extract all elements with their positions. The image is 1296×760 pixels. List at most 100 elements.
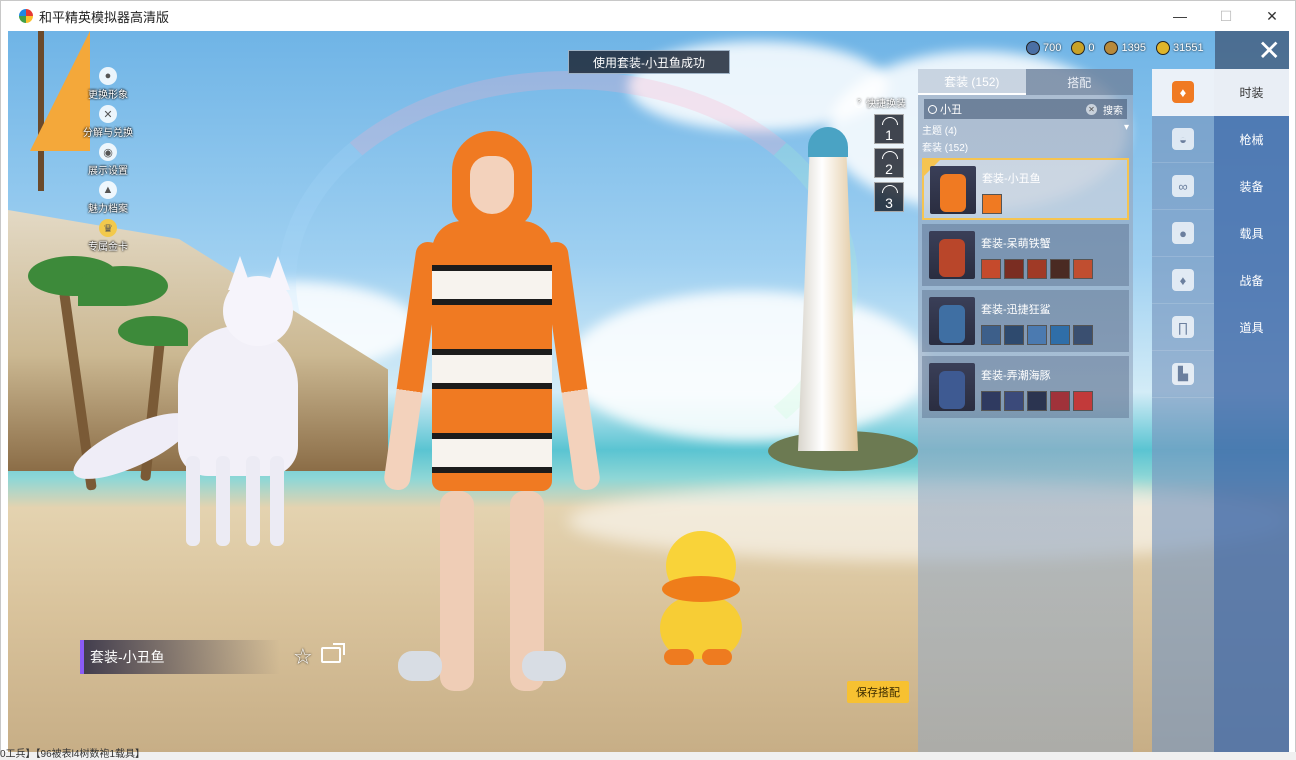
suit-part[interactable] [1050, 325, 1070, 345]
category-glasses[interactable]: ∞ [1152, 163, 1214, 210]
nav-battle-gear[interactable]: 战备 [1214, 257, 1289, 304]
suit-part[interactable] [1027, 259, 1047, 279]
tab-outfits[interactable]: 搭配 [1025, 69, 1133, 95]
suit-item[interactable]: 套装-迅捷狂鲨 [922, 290, 1129, 352]
suit-part[interactable] [1004, 325, 1024, 345]
category-top[interactable]: ♦ [1152, 257, 1214, 304]
help-icon[interactable]: ? [854, 97, 864, 108]
suit-part[interactable] [981, 259, 1001, 279]
close-wardrobe-button[interactable]: ✕ [1215, 31, 1289, 71]
suit-item[interactable]: 套装-小丑鱼 [922, 158, 1129, 220]
display-settings-button[interactable]: ◉ 展示设置 [68, 143, 148, 181]
menu-label: 专属金卡 [88, 242, 128, 253]
thumb-figure [939, 371, 965, 409]
duck-foot [664, 649, 694, 665]
suit-part[interactable] [981, 391, 1001, 411]
close-icon: ✕ [1257, 35, 1281, 66]
nav-equipment[interactable]: 装备 [1214, 163, 1289, 210]
minimize-button[interactable]: — [1157, 1, 1203, 31]
category-full-suit[interactable]: ♦ [1152, 69, 1214, 116]
suit-part[interactable] [981, 325, 1001, 345]
nav-guns[interactable]: 枪械 [1214, 116, 1289, 163]
game-viewport: 使用套装-小丑鱼成功 ● 更换形象 ✕ 分解与兑换 ◉ 展示设置 ▲ 魅力档案 … [8, 31, 1289, 753]
yellow-duck-pet[interactable] [656, 531, 746, 671]
left-function-menu: ● 更换形象 ✕ 分解与兑换 ◉ 展示设置 ▲ 魅力档案 ♛ 专属金卡 [68, 67, 148, 257]
favorite-star-icon[interactable]: ☆ [293, 644, 313, 670]
app-logo-icon [19, 9, 33, 23]
decompose-exchange-button[interactable]: ✕ 分解与兑换 [68, 105, 148, 143]
quick-swap-slot-3[interactable]: 3 [874, 182, 904, 212]
currency-item[interactable]: 31551 [1155, 41, 1204, 55]
suit-part[interactable] [1027, 391, 1047, 411]
charm-archive-button[interactable]: ▲ 魅力档案 [68, 181, 148, 219]
change-appearance-button[interactable]: ● 更换形象 [68, 67, 148, 105]
suit-part[interactable] [1004, 259, 1024, 279]
clownfish-dress [432, 221, 552, 491]
current-outfit-name: 套装-小丑鱼 [80, 640, 280, 674]
window-title: 和平精英模拟器高清版 [39, 9, 170, 25]
currency-item[interactable]: 1395 [1104, 41, 1146, 55]
category-hat[interactable]: ◒ [1152, 116, 1214, 163]
suit-part[interactable] [1004, 391, 1024, 411]
character-face [470, 156, 514, 214]
currency-value: 700 [1043, 42, 1062, 54]
search-button[interactable]: 搜索 [1103, 102, 1123, 117]
outfit-list-panel: 套装 (152) 搭配 小丑 ✕ 搜索 主题 (4) ▾ 套装 (152) 套装… [918, 69, 1133, 753]
tab-suits[interactable]: 套装 (152) [918, 69, 1026, 95]
suit-part[interactable] [1073, 391, 1093, 411]
search-bar: 小丑 ✕ 搜索 [924, 99, 1127, 119]
nav-vehicles[interactable]: 载具 [1214, 210, 1289, 257]
currency-item[interactable]: 0 [1071, 41, 1094, 55]
menu-label: 更换形象 [88, 90, 128, 101]
background-text: 0工兵】【96被表l4树数袍1载具】 [0, 749, 146, 760]
category-shoes[interactable]: ▙ [1152, 351, 1214, 398]
thumb-figure [939, 239, 965, 277]
suit-part[interactable] [1073, 325, 1093, 345]
suit-item[interactable]: 套装-弄潮海豚 [922, 356, 1129, 418]
nav-fashion[interactable]: 时装 [1214, 69, 1289, 116]
suit-item[interactable]: 套装-呆萌铁蟹 [922, 224, 1129, 286]
suit-part[interactable] [1050, 259, 1070, 279]
share-icon[interactable] [321, 643, 345, 663]
suit-thumbnail [929, 297, 975, 345]
currency-value: 0 [1088, 42, 1095, 54]
suit-part[interactable] [1073, 259, 1093, 279]
desktop-bottom-strip [0, 752, 1296, 759]
slot-number: 2 [885, 161, 893, 177]
quick-swap: ? 快捷换装 1 2 3 [854, 95, 914, 212]
hanger-icon [882, 151, 898, 159]
quick-swap-slot-1[interactable]: 1 [874, 114, 904, 144]
currency-item[interactable]: 700 [1026, 41, 1061, 55]
quick-swap-slot-2[interactable]: 2 [874, 148, 904, 178]
theme-filter[interactable]: 主题 (4) ▾ [922, 122, 1129, 137]
suit-part[interactable] [1027, 325, 1047, 345]
person-icon: ● [99, 67, 117, 85]
nav-props[interactable]: 道具 [1214, 304, 1289, 351]
white-fox-pet[interactable] [65, 256, 318, 556]
search-input[interactable]: 小丑 [940, 101, 1086, 117]
category-icon-column: ♦ ◒ ∞ ● ♦ ∏ ▙ [1152, 69, 1214, 753]
maximize-button[interactable]: ☐ [1203, 1, 1249, 31]
slot-number: 1 [885, 127, 893, 143]
suit-part[interactable] [982, 194, 1002, 214]
save-outfit-button[interactable]: 保存搭配 [847, 681, 909, 703]
glasses-icon: ∞ [1172, 175, 1194, 197]
cap-icon: ◒ [1172, 128, 1194, 150]
menu-label: 分解与兑换 [83, 128, 133, 139]
fox-leg [246, 456, 260, 546]
fox-leg [216, 456, 230, 546]
character-shoe [398, 651, 442, 681]
slot-number: 3 [885, 195, 893, 211]
search-icon [928, 104, 937, 114]
gold-card-button[interactable]: ♛ 专属金卡 [68, 219, 148, 257]
success-toast: 使用套装-小丑鱼成功 [568, 50, 730, 74]
category-pants[interactable]: ∏ [1152, 304, 1214, 351]
suit-part[interactable] [1050, 391, 1070, 411]
player-character[interactable] [382, 131, 602, 691]
close-window-button[interactable]: ✕ [1249, 1, 1295, 31]
clear-search-icon[interactable]: ✕ [1086, 103, 1097, 115]
fox-body [178, 326, 298, 476]
category-mask[interactable]: ● [1152, 210, 1214, 257]
duck-beak [662, 576, 740, 602]
suit-parts [981, 259, 1093, 279]
